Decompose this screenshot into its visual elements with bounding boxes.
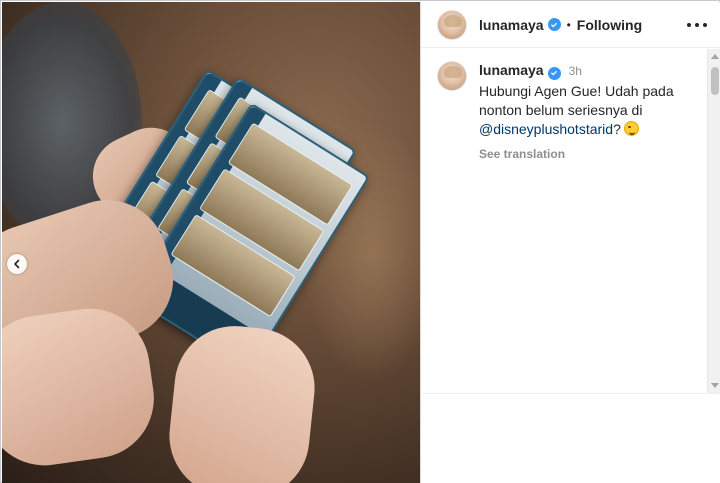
comments-scrollbar[interactable] <box>707 49 720 393</box>
caption-timestamp[interactable]: 3h <box>569 64 582 78</box>
caption-comment: lunamaya 3h Hubungi Agen Gue! Udah pada n… <box>437 61 701 164</box>
photo-hand <box>163 320 321 483</box>
carousel-prev-button[interactable] <box>7 254 27 274</box>
caption-body: lunamaya 3h Hubungi Agen Gue! Udah pada n… <box>479 61 701 164</box>
avatar[interactable] <box>437 9 467 40</box>
post-header: lunamaya • Following <box>421 2 720 48</box>
post-side-panel: lunamaya • Following lunamaya 3h Hubungi … <box>420 2 720 483</box>
comments-section: lunamaya 3h Hubungi Agen Gue! Udah pada n… <box>421 49 720 393</box>
caption-mention-link[interactable]: @disneyplushotstarid <box>479 121 613 137</box>
header-separator: • <box>566 17 571 32</box>
verified-badge-icon <box>547 66 561 80</box>
post-actions-area <box>421 393 720 483</box>
scroll-down-arrow-icon[interactable] <box>711 383 719 388</box>
verified-badge-icon <box>547 18 561 31</box>
post-author-username[interactable]: lunamaya <box>479 17 544 33</box>
scroll-up-arrow-icon[interactable] <box>711 54 719 59</box>
caption-text-suffix: ? <box>613 121 621 137</box>
chevron-left-icon <box>14 259 20 269</box>
following-button[interactable]: Following <box>577 17 642 33</box>
scrollbar-thumb[interactable] <box>711 67 719 95</box>
caption-username[interactable]: lunamaya <box>479 62 544 78</box>
smirk-emoji-icon <box>623 121 639 136</box>
caption-text-body: Hubungi Agen Gue! Udah pada nonton belum… <box>479 83 674 118</box>
caption-text: Hubungi Agen Gue! Udah pada nonton belum… <box>479 82 701 139</box>
see-translation-link[interactable]: See translation <box>479 145 701 164</box>
instagram-post-window: lunamaya • Following lunamaya 3h Hubungi … <box>0 0 720 483</box>
avatar[interactable] <box>437 61 467 91</box>
post-photo[interactable] <box>2 2 420 483</box>
more-options-icon[interactable] <box>687 16 707 34</box>
